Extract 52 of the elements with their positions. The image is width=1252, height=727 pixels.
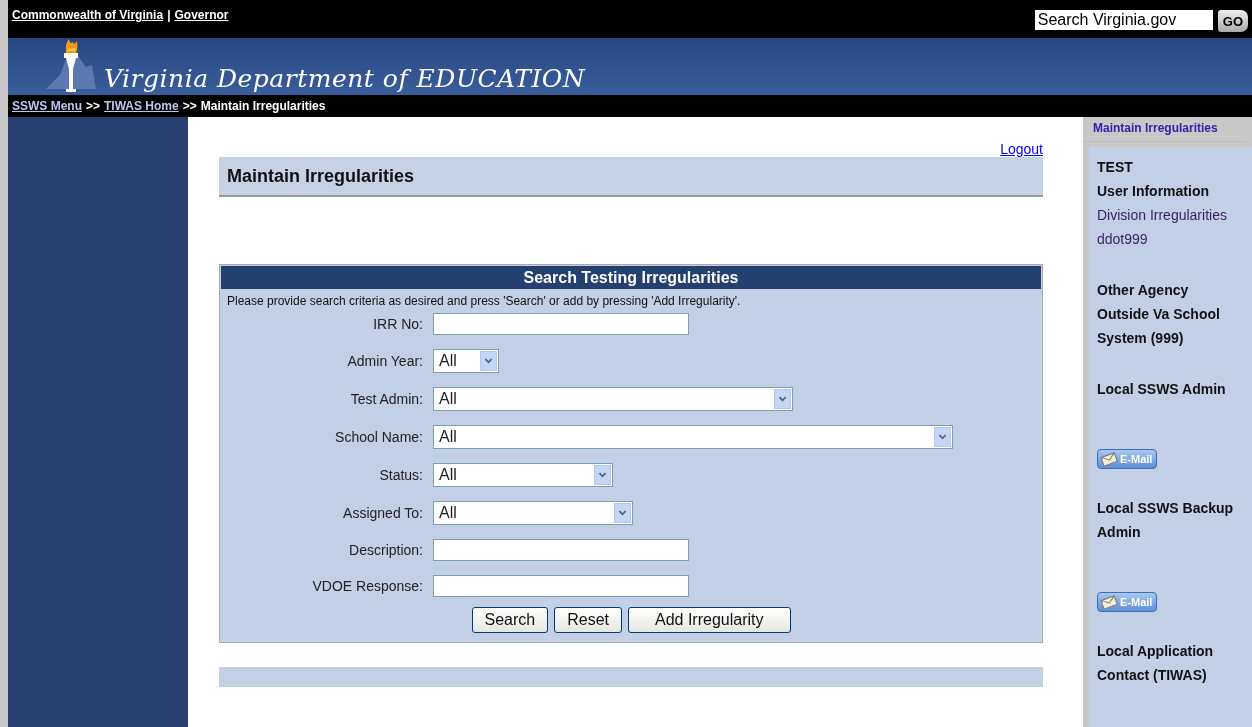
link-separator: | xyxy=(167,8,171,22)
dropdown[interactable]: All xyxy=(433,387,793,411)
text-field[interactable] xyxy=(433,575,689,597)
dropdown[interactable]: All xyxy=(433,349,499,373)
breadcrumb-link[interactable]: TIWAS Home xyxy=(104,99,179,113)
chevron-down-icon xyxy=(614,503,631,523)
info-text: Local SSWS Backup Admin xyxy=(1097,499,1235,542)
search-field[interactable]: Search Virginia.gov xyxy=(1034,10,1213,30)
form-button[interactable]: Reset xyxy=(554,607,622,633)
info-text: Outside Va School System (999) xyxy=(1097,305,1221,348)
field-label: Test Admin: xyxy=(349,391,423,407)
breadcrumb-separator: >> xyxy=(86,99,101,113)
info-text: Local SSWS Admin xyxy=(1097,380,1227,399)
form-button[interactable]: Search xyxy=(471,607,549,633)
chevron-down-icon xyxy=(480,351,497,371)
dropdown[interactable]: All xyxy=(433,501,633,525)
field-label: IRR No: xyxy=(372,316,423,332)
chevron-down-icon xyxy=(774,389,791,409)
envelope-icon xyxy=(1100,452,1118,466)
field-label: School Name: xyxy=(334,429,423,445)
text-field[interactable] xyxy=(433,313,689,335)
field-label: Description: xyxy=(348,542,423,558)
text-field[interactable] xyxy=(433,539,689,561)
sidebar-title: Maintain Irregularities xyxy=(1083,121,1246,142)
field-label: Admin Year: xyxy=(346,353,423,369)
dropdown[interactable]: All xyxy=(433,463,613,487)
dropdown[interactable]: All xyxy=(433,425,953,449)
logout-link[interactable]: Logout xyxy=(1000,141,1043,157)
info-text: Other Agency xyxy=(1097,281,1190,300)
instructions-text: Please provide search criteria as desired and press 'Search' or add by pressing 'Add Irregularity'. xyxy=(226,293,742,310)
panel-title: Search Testing Irregularities xyxy=(221,266,1041,289)
breadcrumb-separator: >> xyxy=(182,99,197,113)
torch-logo-icon xyxy=(46,38,96,95)
header-link[interactable]: Governor xyxy=(174,8,229,22)
form-button[interactable]: Add Irregularity xyxy=(628,607,791,633)
field-label: VDOE Response: xyxy=(311,578,423,594)
info-text: Division Irregularities xyxy=(1097,206,1228,225)
banner-title: Virginia Department of EDUCATION xyxy=(104,63,586,93)
chevron-down-icon xyxy=(594,465,611,485)
info-text: TEST xyxy=(1097,158,1134,177)
info-text: Local Application Contact (TIWAS) xyxy=(1097,642,1215,685)
info-text: ddot999 xyxy=(1097,230,1149,249)
info-text: User Information xyxy=(1097,182,1210,201)
field-label: Status: xyxy=(378,467,423,483)
chevron-down-icon xyxy=(934,427,951,447)
field-label: Assigned To: xyxy=(342,505,423,521)
header-link[interactable]: Commonwealth of Virginia xyxy=(12,8,164,22)
envelope-icon xyxy=(1100,595,1118,609)
page-title: Maintain Irregularities xyxy=(219,157,1043,197)
breadcrumb-current: Maintain Irregularities xyxy=(200,99,326,113)
go-button[interactable]: GO xyxy=(1217,10,1248,32)
breadcrumb-link[interactable]: SSWS Menu xyxy=(12,99,82,113)
